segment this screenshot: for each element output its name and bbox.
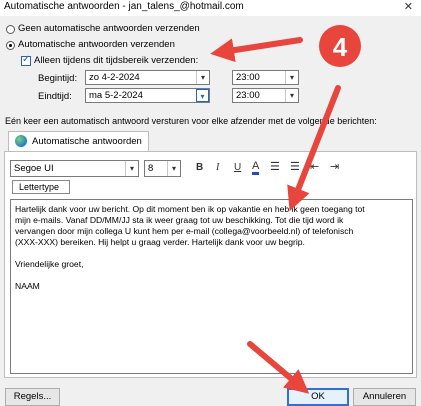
end-time-label: Eindtijd: (38, 91, 72, 102)
decrease-indent-icon[interactable]: ⇤ (310, 160, 319, 173)
font-color-button[interactable]: A (252, 160, 260, 175)
tab-automatic-replies[interactable]: Automatische antwoorden (8, 131, 149, 151)
chevron-down-icon[interactable]: ▾ (125, 161, 138, 176)
message-line: mijn e-mails. Vanaf DD/MM/JJ sta ik weer… (15, 215, 344, 225)
step-number: 4 (333, 32, 348, 62)
message-line: vervangen door mijn collega U kunt hem p… (15, 226, 354, 236)
message-line: NAAM (15, 281, 40, 291)
message-line: Vriendelijke groet, (15, 259, 84, 269)
start-time-value: 23:00 (236, 72, 260, 83)
start-date-value: zo 4-2-2024 (89, 72, 140, 83)
send-replies-radio[interactable] (6, 41, 15, 50)
arrow-to-time-range (210, 37, 303, 63)
end-date-field[interactable]: ma 5-2-2024 ▾ (85, 88, 210, 103)
message-editor[interactable]: Hartelijk dank voor uw bericht. Op dit m… (10, 199, 413, 374)
chevron-down-icon[interactable]: ▾ (196, 89, 209, 102)
increase-indent-icon[interactable]: ⇥ (330, 160, 339, 173)
no-replies-label: Geen automatische antwoorden verzenden (18, 23, 200, 34)
underline-button[interactable]: U (234, 162, 241, 173)
message-line: Hartelijk dank voor uw bericht. Op dit m… (15, 204, 365, 214)
close-icon[interactable]: ✕ (404, 0, 413, 13)
start-time-label: Begintijd: (38, 73, 78, 84)
font-tooltip: Lettertype (12, 180, 70, 194)
chevron-down-icon[interactable]: ▾ (196, 71, 209, 84)
title-bar: Automatische antwoorden - jan_talens_@ho… (0, 0, 421, 16)
chevron-down-icon[interactable]: ▾ (285, 71, 298, 84)
chevron-down-icon[interactable]: ▾ (285, 89, 298, 102)
window-title: Automatische antwoorden - jan_talens_@ho… (4, 1, 244, 12)
start-date-field[interactable]: zo 4-2-2024 ▾ (85, 70, 210, 85)
bullets-icon[interactable]: ☰ (270, 160, 280, 173)
font-name-value: Segoe UI (14, 163, 54, 174)
cancel-button[interactable]: Annuleren (353, 388, 416, 406)
rules-button[interactable]: Regels... (5, 388, 60, 406)
end-time-field[interactable]: 23:00 ▾ (232, 88, 299, 103)
font-size-value: 8 (148, 163, 154, 174)
chevron-down-icon[interactable]: ▾ (167, 161, 180, 176)
tab-label: Automatische antwoorden (32, 136, 142, 147)
font-name-select[interactable]: Segoe UI ▾ (10, 160, 139, 177)
time-range-checkbox[interactable] (21, 54, 31, 66)
message-line: (XXX-XXX) bereiken. Hij helpt u graag ve… (15, 237, 305, 247)
send-replies-label: Automatische antwoorden verzenden (18, 39, 175, 50)
bold-button[interactable]: B (196, 162, 203, 173)
numbering-icon[interactable]: ☰ (290, 160, 300, 173)
end-time-value: 23:00 (236, 90, 260, 101)
time-range-label: Alleen tijdens dit tijdsbereik verzenden… (34, 55, 199, 66)
font-size-select[interactable]: 8 ▾ (144, 160, 181, 177)
italic-button[interactable]: I (216, 162, 219, 173)
step-badge (319, 25, 361, 67)
ok-button[interactable]: OK (287, 388, 349, 406)
globe-icon (15, 135, 27, 147)
once-per-sender-label: Eén keer een automatisch antwoord verstu… (5, 116, 377, 126)
start-time-field[interactable]: 23:00 ▾ (232, 70, 299, 85)
end-date-value: ma 5-2-2024 (89, 90, 143, 101)
no-replies-radio[interactable] (6, 25, 15, 34)
